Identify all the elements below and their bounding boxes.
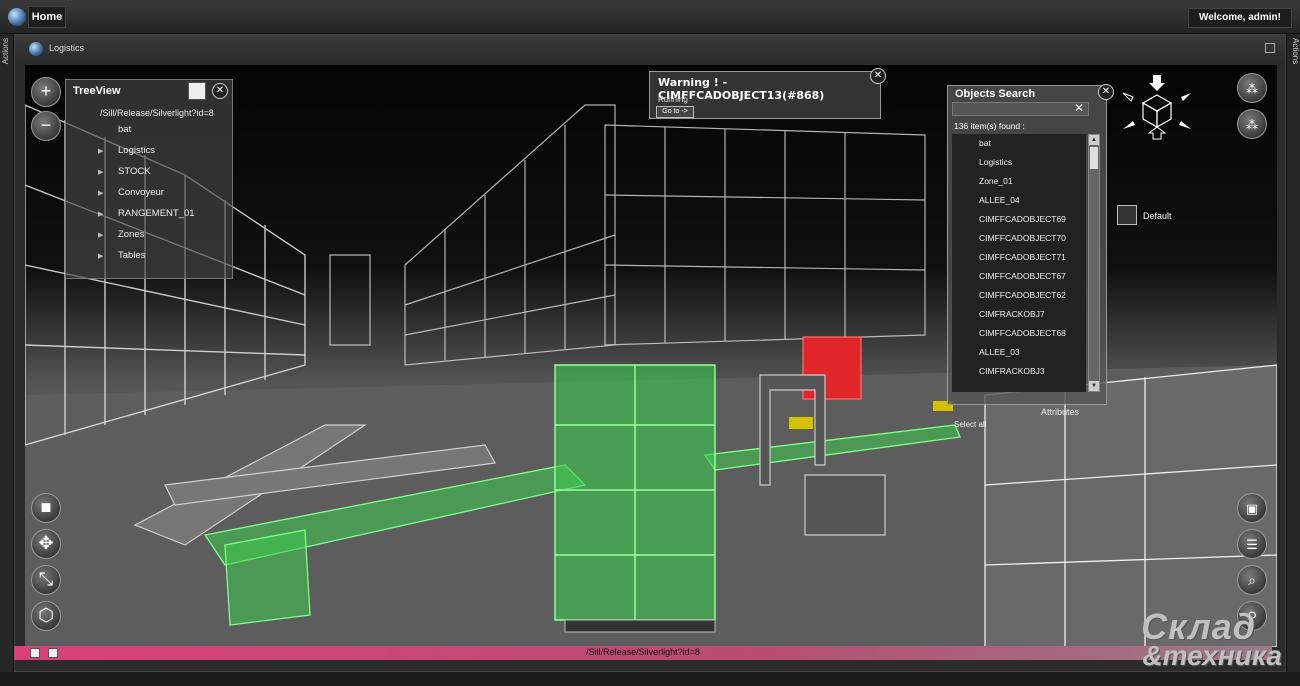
view-cube-navigator[interactable]	[1119, 73, 1195, 145]
logistics-window: Logistics + − ■ ✥ ⤡ ⬡ ⁂ ⁂ ▣ ☰ ⌕ ⚲ Defaul…	[14, 34, 1286, 672]
legend-default-label: Default	[1143, 211, 1172, 221]
collapse-icon: ⤡	[38, 569, 54, 589]
treeview-panel: TreeView ✕ /Sill/Release/Silverlight?id=…	[65, 79, 233, 279]
publisher-watermark-logo: Склад &техника	[1082, 604, 1282, 674]
window-title: Logistics	[49, 43, 85, 53]
search-result-item[interactable]: Logistics	[952, 153, 1086, 172]
search-button[interactable]: ⌕	[1237, 565, 1267, 595]
layers-up-button[interactable]: ⁂	[1237, 73, 1267, 103]
search-scrollbar[interactable]: ▲ ▼	[1088, 134, 1100, 392]
objects-search-input[interactable]: ✕	[952, 101, 1089, 116]
left-actions-label: Actions	[1, 38, 10, 65]
expand-arrow-icon[interactable]: ▶	[98, 189, 103, 197]
box-icon: ⬡	[38, 605, 54, 625]
scroll-down-icon[interactable]: ▼	[1089, 381, 1099, 391]
search-result-item[interactable]: CIMFRACKOBJ7	[952, 305, 1086, 324]
plus-icon: +	[40, 81, 52, 101]
attributes-link[interactable]: Attributes	[1041, 407, 1079, 417]
search-result-item[interactable]: CIMFRACKOBJ3	[952, 362, 1086, 381]
scroll-thumb[interactable]	[1090, 147, 1098, 169]
select-all-link[interactable]: Select all	[954, 420, 986, 429]
arrow-up-icon	[1147, 126, 1167, 140]
arrow-down-icon	[1149, 75, 1165, 91]
tree-item-label: RANGEMENT_01	[118, 208, 195, 219]
tree-item-label: Convoyeur	[118, 187, 164, 198]
welcome-user-menu[interactable]: Welcome, admin!	[1187, 8, 1292, 28]
objects-search-close-icon[interactable]: ✕	[1098, 84, 1114, 100]
box-view-button[interactable]: ⬡	[31, 601, 61, 631]
objects-search-title: Objects Search	[955, 88, 1036, 100]
note-button[interactable]: ▣	[1237, 493, 1267, 523]
search-result-item[interactable]: ALLEE_04	[952, 191, 1086, 210]
arrow-nw-icon	[1122, 92, 1134, 102]
warning-status: Running	[658, 95, 688, 104]
objects-search-panel: Objects Search ✕ ✕ 136 item(s) found : b…	[947, 84, 1114, 429]
orbit-button[interactable]: ✥	[31, 529, 61, 559]
tree-item-label: Tables	[118, 250, 146, 261]
search-result-item[interactable]: CIMFFCADOBJECT70	[952, 229, 1086, 248]
search-result-item[interactable]: CIMFFCADOBJECT67	[952, 267, 1086, 286]
app-logo-icon	[8, 8, 26, 26]
expand-arrow-icon[interactable]: ▶	[98, 147, 103, 155]
legend-default-checkbox[interactable]	[1117, 205, 1137, 225]
expand-arrow-icon[interactable]: ▶	[98, 231, 103, 239]
comment-icon: ☰	[1246, 537, 1258, 552]
warning-close-icon[interactable]: ✕	[870, 68, 886, 84]
layers-up-icon: ⁂	[1246, 82, 1258, 96]
expand-arrow-icon[interactable]: ▶	[98, 210, 103, 218]
maximize-icon[interactable]	[1265, 43, 1275, 53]
search-result-item[interactable]: CIMFFCADOBJECT71	[952, 248, 1086, 267]
zoom-out-button[interactable]: −	[31, 111, 61, 141]
3d-viewport[interactable]: + − ■ ✥ ⤡ ⬡ ⁂ ⁂ ▣ ☰ ⌕ ⚲ Default TreeView…	[25, 65, 1277, 647]
right-actions-strip[interactable]: Actions	[1286, 34, 1300, 672]
orbit-icon: ✥	[38, 533, 54, 553]
scroll-up-icon[interactable]: ▲	[1089, 135, 1099, 145]
search-result-item[interactable]: bat	[952, 134, 1086, 153]
tree-structure-icon[interactable]	[188, 82, 206, 100]
layers-down-button[interactable]: ⁂	[1237, 109, 1267, 139]
warning-title: Warning ! - CIMFFCADOBJECT13(#868)	[658, 76, 825, 102]
warning-popup: Warning ! - CIMFFCADOBJECT13(#868) ✕ Run…	[649, 68, 886, 119]
warning-goto-button[interactable]: Go to ->	[656, 106, 694, 118]
treeview-path: /Sill/Release/Silverlight?id=8	[100, 108, 214, 118]
search-result-list: bat Logistics Zone_01 ALLEE_04 CIMFFCADOBJEC…	[952, 134, 1086, 392]
expand-arrow-icon[interactable]: ▶	[98, 168, 103, 176]
arrow-ne-icon	[1181, 93, 1191, 101]
treeview-close-icon[interactable]: ✕	[212, 83, 228, 99]
right-actions-label: Actions	[1291, 38, 1300, 65]
expand-arrow-icon[interactable]: ▶	[98, 252, 103, 260]
search-icon: ⌕	[1248, 572, 1256, 588]
note-icon: ▣	[1245, 501, 1259, 516]
window-logo-icon	[29, 42, 43, 56]
left-actions-strip[interactable]: Actions	[0, 34, 14, 672]
search-result-item[interactable]: ALLEE_03	[952, 343, 1086, 362]
top-bar: Home Welcome, admin!	[0, 0, 1300, 34]
tree-item-label: bat	[118, 124, 132, 135]
arrow-se-icon	[1179, 121, 1191, 129]
search-result-item[interactable]: Zone_01	[952, 172, 1086, 191]
search-result-count: 136 item(s) found :	[954, 121, 1025, 131]
layers-down-icon: ⁂	[1246, 118, 1258, 132]
watermark-line2: &техника	[1142, 640, 1282, 671]
tree-item-label: Logistics	[118, 145, 155, 156]
arrow-sw-icon	[1123, 121, 1135, 129]
minus-icon: −	[40, 115, 52, 135]
tree-item-label: Zones	[118, 229, 145, 240]
treeview-title: TreeView	[73, 85, 121, 97]
tree-item-label: STOCK	[118, 166, 151, 177]
window-titlebar: Logistics	[15, 35, 1285, 63]
home-tab[interactable]: Home	[28, 6, 66, 28]
view-mode-button[interactable]: ■	[31, 493, 61, 523]
cube-icon: ■	[40, 497, 52, 517]
collapse-view-button[interactable]: ⤡	[31, 565, 61, 595]
search-result-item[interactable]: CIMFFCADOBJECT62	[952, 286, 1086, 305]
search-result-item[interactable]: CIMFFCADOBJECT68	[952, 324, 1086, 343]
search-result-item[interactable]: CIMFFCADOBJECT69	[952, 210, 1086, 229]
zoom-in-button[interactable]: +	[31, 77, 61, 107]
comment-button[interactable]: ☰	[1237, 529, 1267, 559]
clear-search-icon[interactable]: ✕	[1074, 101, 1084, 115]
